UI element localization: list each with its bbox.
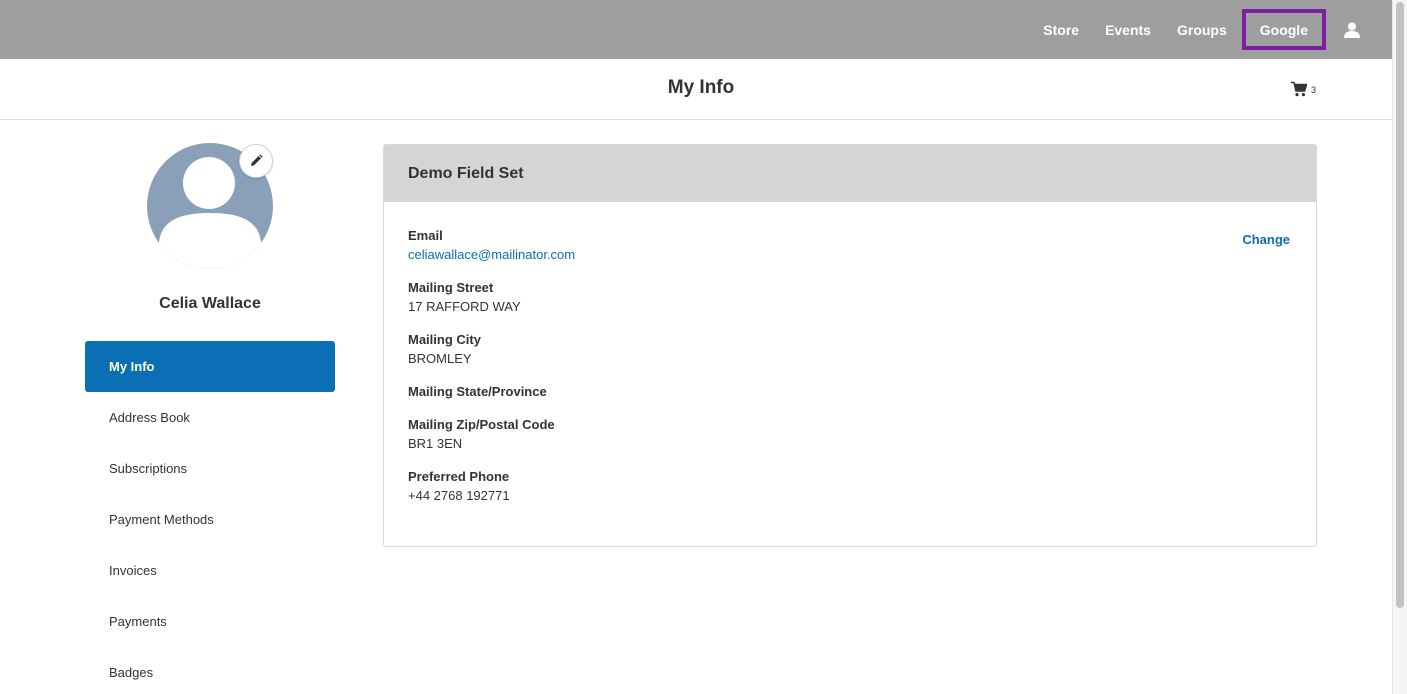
- pencil-icon: [251, 154, 263, 166]
- email-link[interactable]: celiawallace@mailinator.com: [408, 245, 1292, 264]
- cart-button[interactable]: 3: [1291, 81, 1316, 97]
- scrollbar-thumb[interactable]: [1396, 2, 1404, 608]
- panel-body: Change Email celiawallace@mailinator.com…: [384, 202, 1316, 505]
- nav-groups-link[interactable]: Groups: [1164, 0, 1240, 59]
- vertical-scrollbar[interactable]: [1392, 0, 1407, 694]
- field-label: Mailing State/Province: [408, 384, 547, 399]
- field-email: Email celiawallace@mailinator.com: [408, 227, 1292, 264]
- field-set-panel: Demo Field Set Change Email celiawallace…: [383, 144, 1317, 547]
- field-value: BROMLEY: [408, 351, 472, 366]
- nav-google-link[interactable]: Google: [1241, 9, 1326, 50]
- nav-store-link[interactable]: Store: [1030, 0, 1092, 59]
- change-button[interactable]: Change: [1242, 232, 1290, 247]
- field-mailing-state: Mailing State/Province: [408, 383, 1292, 401]
- field-label: Email: [408, 228, 443, 243]
- top-nav: Store Events Groups Google: [1030, 0, 1392, 59]
- field-value: +44 2768 192771: [408, 488, 510, 503]
- top-navbar: Store Events Groups Google: [0, 0, 1392, 59]
- nav-events-link[interactable]: Events: [1092, 0, 1164, 59]
- profile-name: Celia Wallace: [159, 295, 261, 312]
- field-value: 17 RAFFORD WAY: [408, 299, 521, 314]
- user-menu-button[interactable]: [1336, 0, 1380, 59]
- sidebar-item-subscriptions[interactable]: Subscriptions: [85, 443, 335, 494]
- sidebar-item-payment-methods[interactable]: Payment Methods: [85, 494, 335, 545]
- field-label: Preferred Phone: [408, 469, 510, 484]
- edit-avatar-button[interactable]: [239, 144, 273, 178]
- field-preferred-phone: Preferred Phone +44 2768 192771: [408, 468, 1292, 505]
- user-icon: [1344, 22, 1360, 38]
- sidebar-item-my-info[interactable]: My Info: [85, 341, 335, 392]
- field-label: Mailing City: [408, 332, 481, 347]
- field-label: Mailing Zip/Postal Code: [408, 417, 555, 432]
- field-label: Mailing Street: [408, 280, 494, 295]
- page-header: My Info 3: [0, 59, 1392, 120]
- sidebar-item-address-book[interactable]: Address Book: [85, 392, 335, 443]
- field-mailing-street: Mailing Street 17 RAFFORD WAY: [408, 279, 1292, 316]
- field-mailing-zip: Mailing Zip/Postal Code BR1 3EN: [408, 416, 1292, 453]
- field-mailing-city: Mailing City BROMLEY: [408, 331, 1292, 368]
- panel-title: Demo Field Set: [384, 145, 1316, 202]
- field-value: BR1 3EN: [408, 436, 463, 451]
- sidebar-item-invoices[interactable]: Invoices: [85, 545, 335, 596]
- account-sidebar: My Info Address Book Subscriptions Payme…: [85, 341, 335, 694]
- sidebar-item-badges[interactable]: Badges: [85, 647, 335, 694]
- page-title: My Info: [667, 77, 735, 98]
- cart-icon: [1291, 81, 1307, 97]
- cart-count: 3: [1311, 85, 1317, 95]
- sidebar-item-payments[interactable]: Payments: [85, 596, 335, 647]
